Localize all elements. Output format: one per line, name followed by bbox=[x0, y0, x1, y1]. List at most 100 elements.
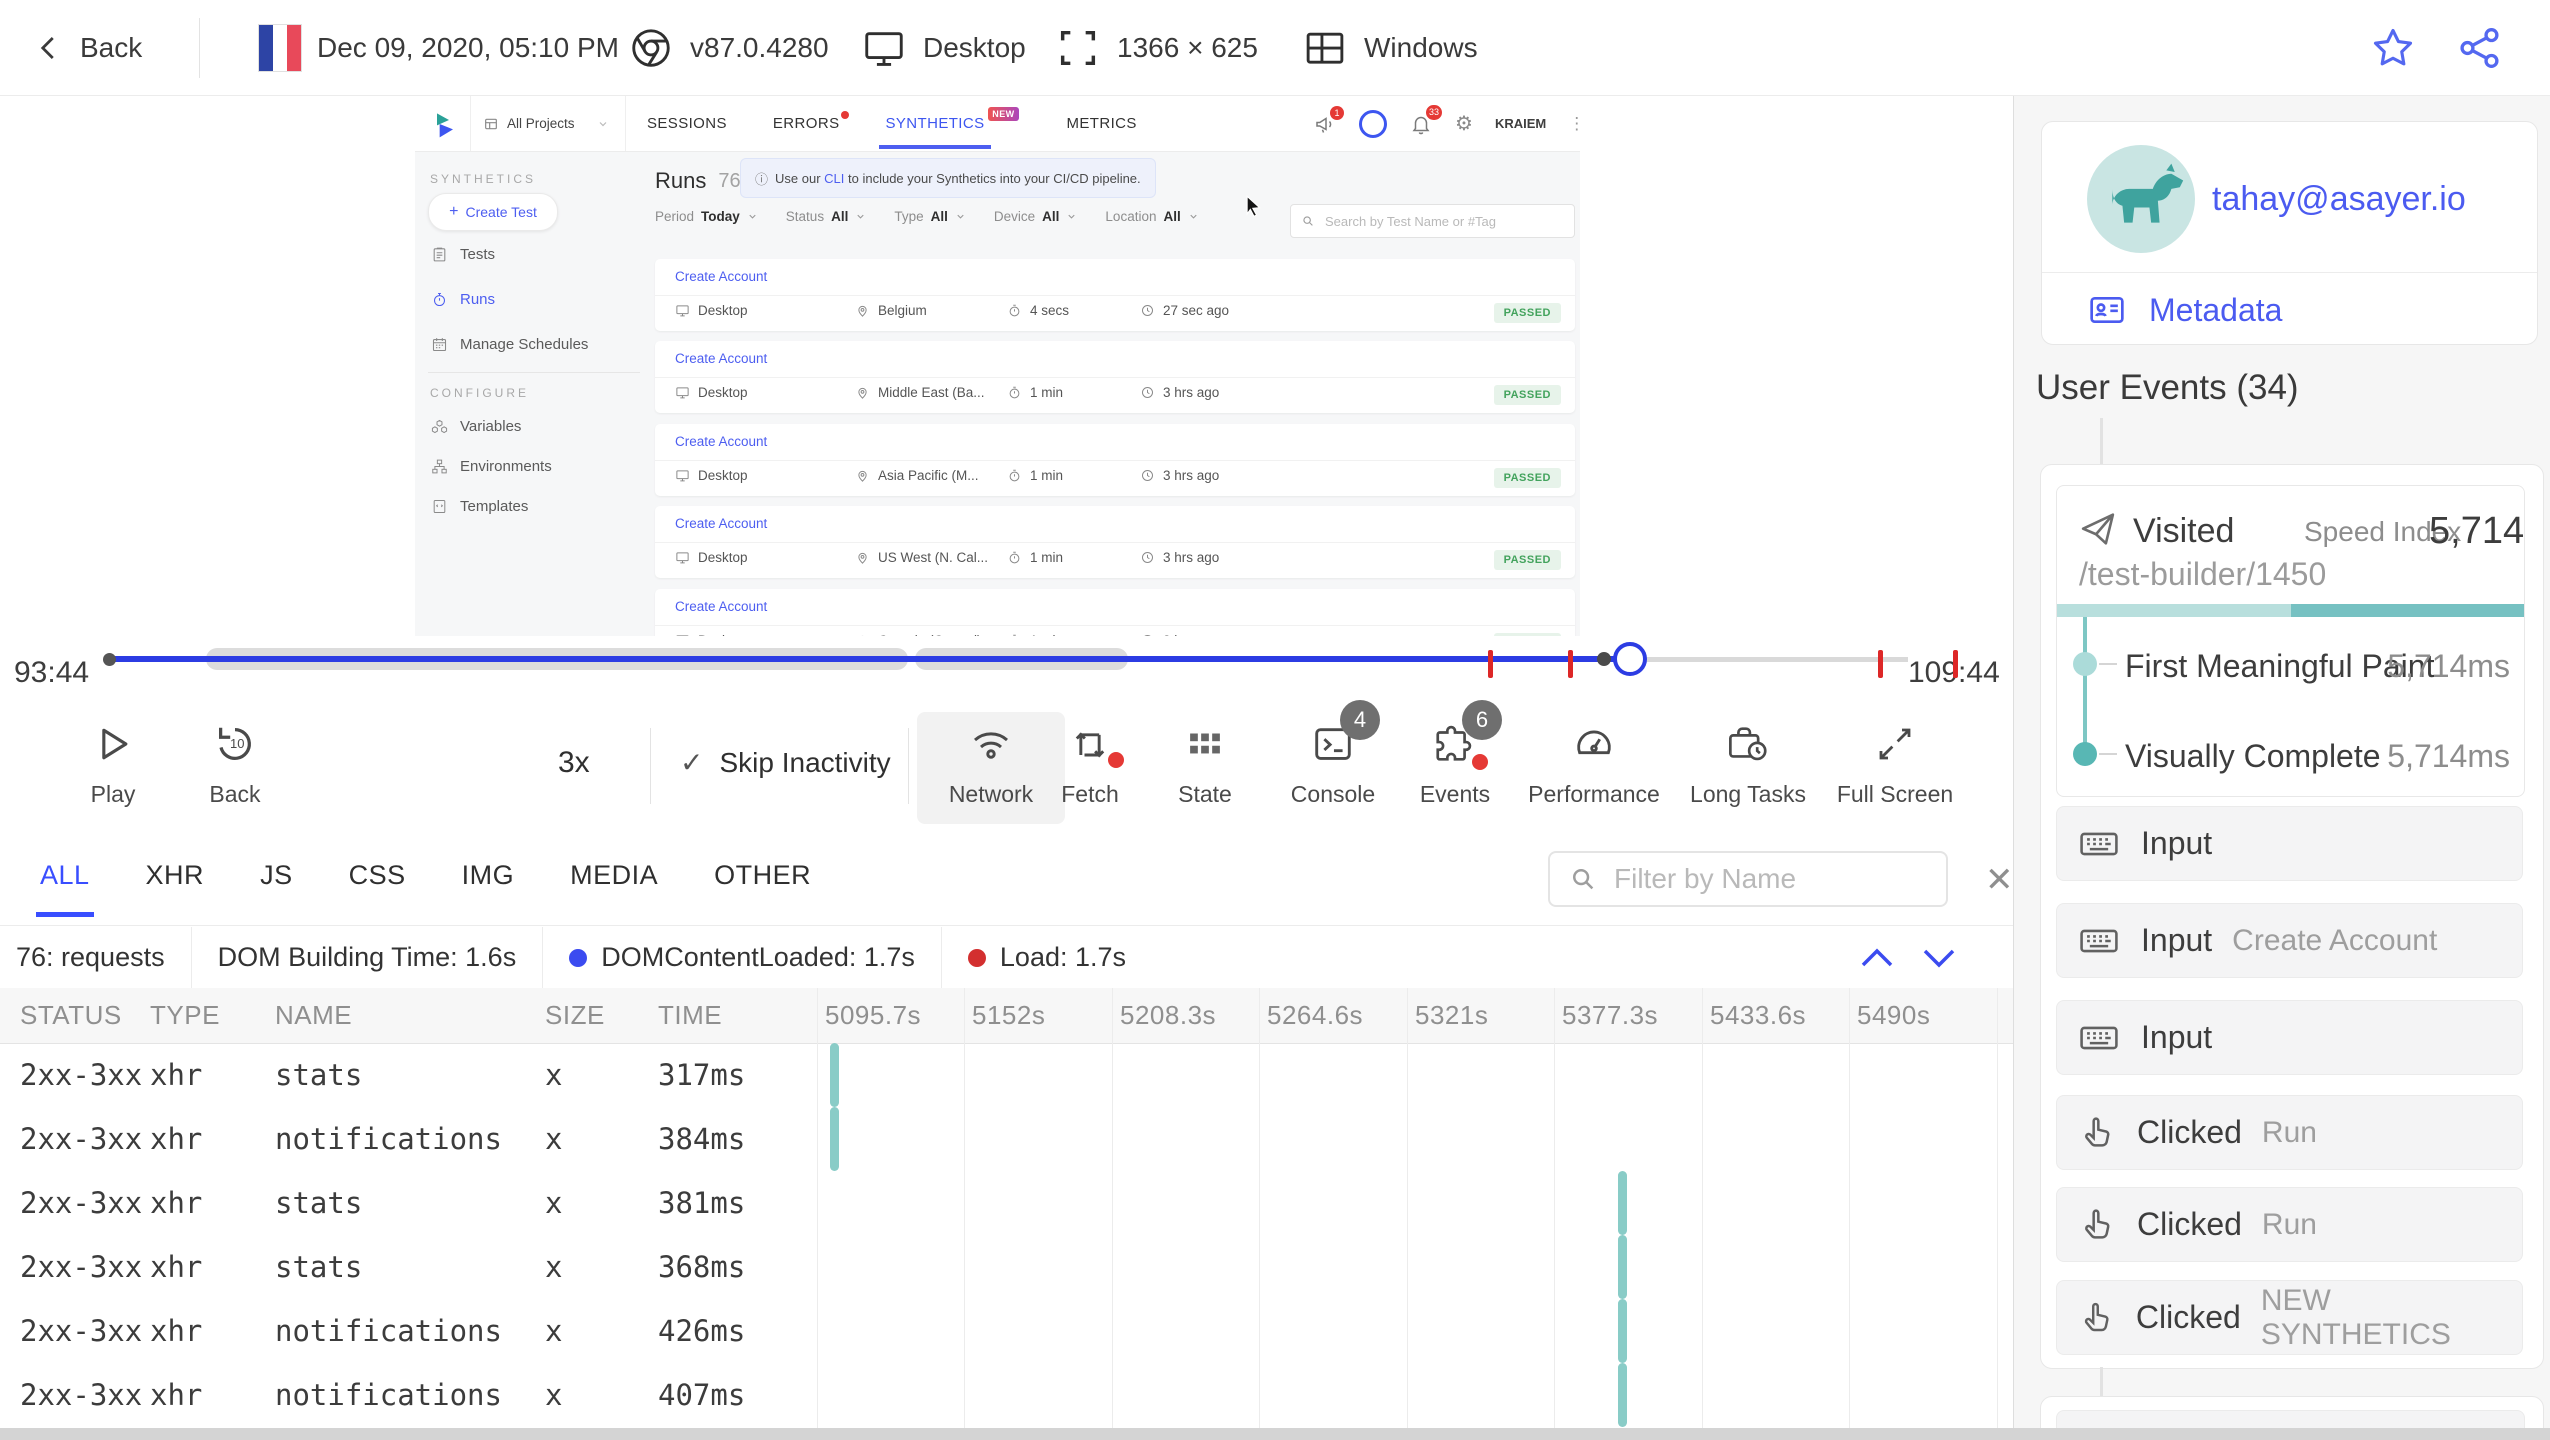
run-card[interactable]: Create Account Desktop Asia Pacific (M..… bbox=[655, 424, 1575, 496]
user-event-item-partial[interactable] bbox=[2056, 1410, 2525, 1428]
run-card[interactable]: Create Account Desktop US West (N. Cal..… bbox=[655, 506, 1575, 578]
col-time[interactable]: TIME bbox=[658, 988, 722, 1043]
request-type: xhr bbox=[150, 1314, 203, 1348]
long-tasks-panel-button[interactable]: Long Tasks bbox=[1673, 716, 1823, 808]
sidebar-item-templates[interactable]: Templates bbox=[431, 498, 528, 515]
filter-type[interactable]: Type All bbox=[894, 209, 966, 224]
events-panel-button[interactable]: 6 Events bbox=[1380, 700, 1530, 808]
fullscreen-icon bbox=[1879, 728, 1911, 760]
event-value: Run bbox=[2261, 1207, 2317, 1241]
request-name: stats bbox=[275, 1058, 363, 1092]
sidebar-item-tests[interactable]: Tests bbox=[431, 246, 495, 263]
col-status[interactable]: STATUS bbox=[20, 988, 122, 1043]
user-menu[interactable]: KRAIEM bbox=[1495, 116, 1546, 131]
request-row[interactable]: 2xx-3xx xhr stats x 317ms bbox=[0, 1043, 2013, 1107]
cubes-icon bbox=[431, 419, 448, 434]
announcements-button[interactable]: 1 bbox=[1313, 105, 1344, 136]
user-event-item[interactable]: Clicked Run bbox=[2056, 1187, 2523, 1262]
test-name-link[interactable]: Create Account bbox=[675, 351, 767, 366]
request-row[interactable]: 2xx-3xx xhr notifications x 407ms bbox=[0, 1363, 2013, 1427]
sidebar-item-manage-schedules[interactable]: Manage Schedules bbox=[431, 336, 588, 353]
tab-metrics[interactable]: METRICS bbox=[1067, 115, 1137, 132]
resolution-label: 1366 × 625 bbox=[1117, 31, 1258, 63]
kebab-menu-icon[interactable]: ⋮ bbox=[1568, 114, 1580, 134]
browser-version: v87.0.4280 bbox=[690, 31, 829, 63]
share-button[interactable] bbox=[2455, 0, 2505, 95]
filter-status[interactable]: Status All bbox=[786, 209, 867, 224]
run-card[interactable]: Create Account Desktop Belgium 4 secs 27… bbox=[655, 259, 1575, 331]
error-marker[interactable] bbox=[1878, 650, 1883, 678]
tab-css[interactable]: CSS bbox=[349, 860, 406, 917]
event-label: Clicked bbox=[2137, 1206, 2242, 1242]
back-10s-button[interactable]: 10 Back bbox=[160, 716, 310, 808]
tab-all[interactable]: ALL bbox=[36, 860, 94, 917]
col-name[interactable]: NAME bbox=[275, 988, 352, 1043]
timeline-progress bbox=[110, 656, 1630, 662]
request-row[interactable]: 2xx-3xx xhr stats x 381ms bbox=[0, 1171, 2013, 1235]
col-size[interactable]: SIZE bbox=[545, 988, 605, 1043]
user-event-item[interactable]: Input Create Account bbox=[2056, 903, 2523, 978]
tab-errors[interactable]: ERRORS bbox=[773, 111, 850, 132]
run-device: Desktop bbox=[675, 303, 748, 318]
error-marker[interactable] bbox=[1953, 650, 1958, 678]
user-event-item[interactable]: Clicked Run bbox=[2056, 1095, 2523, 1170]
notifications-button[interactable]: 33 bbox=[1409, 104, 1442, 136]
request-row[interactable]: 2xx-3xx xhr stats x 368ms bbox=[0, 1235, 2013, 1299]
user-event-item[interactable]: Clicked NEW SYNTHETICS bbox=[2056, 1280, 2523, 1355]
user-card: tahay@asayer.io Metadata bbox=[2041, 121, 2538, 345]
tab-other[interactable]: OTHER bbox=[714, 860, 811, 917]
sort-down-icon[interactable] bbox=[1917, 944, 1961, 972]
test-search-box[interactable] bbox=[1290, 204, 1575, 238]
test-name-link[interactable]: Create Account bbox=[675, 599, 767, 614]
run-location: Belgium bbox=[855, 303, 927, 318]
back-button[interactable]: Back bbox=[34, 0, 142, 95]
visited-event-card[interactable]: Visited Speed Index 5,714 /test-builder/… bbox=[2056, 485, 2525, 797]
create-test-button[interactable]: + Create Test bbox=[428, 193, 558, 231]
request-row[interactable]: 2xx-3xx xhr notifications x 426ms bbox=[0, 1299, 2013, 1363]
run-card[interactable]: Create Account Desktop Canada (Central) … bbox=[655, 589, 1575, 636]
playhead-handle[interactable] bbox=[1613, 642, 1647, 676]
chevron-down-icon bbox=[749, 214, 756, 219]
col-type[interactable]: TYPE bbox=[150, 988, 220, 1043]
filter-period[interactable]: Period Today bbox=[655, 209, 758, 224]
sort-up-icon[interactable] bbox=[1855, 944, 1899, 972]
test-name-link[interactable]: Create Account bbox=[675, 434, 767, 449]
sidebar-item-runs[interactable]: Runs bbox=[431, 291, 495, 308]
filter-device[interactable]: Device All bbox=[994, 209, 1078, 224]
tab-img[interactable]: IMG bbox=[462, 860, 515, 917]
os-label: Windows bbox=[1364, 31, 1478, 63]
error-marker[interactable] bbox=[1568, 650, 1573, 678]
back-amount: 10 bbox=[230, 736, 245, 751]
replay-viewport[interactable]: All Projects SESSIONS ERRORS SYNTHETICS … bbox=[0, 96, 2013, 636]
tab-sessions[interactable]: SESSIONS bbox=[647, 115, 727, 132]
filter-input[interactable] bbox=[1612, 862, 1916, 896]
run-card[interactable]: Create Account Desktop Middle East (Ba..… bbox=[655, 341, 1575, 413]
error-marker[interactable] bbox=[1488, 650, 1493, 678]
full-screen-button[interactable]: Full Screen bbox=[1820, 716, 1970, 808]
test-name-link[interactable]: Create Account bbox=[675, 516, 767, 531]
request-row[interactable]: 2xx-3xx xhr notifications x 384ms bbox=[0, 1107, 2013, 1171]
filter-box[interactable] bbox=[1548, 851, 1948, 907]
user-event-item[interactable]: Input bbox=[2056, 806, 2523, 881]
tab-js[interactable]: JS bbox=[260, 860, 293, 917]
tab-xhr[interactable]: XHR bbox=[146, 860, 205, 917]
filter-location[interactable]: Location All bbox=[1105, 209, 1198, 224]
cli-link[interactable]: CLI bbox=[824, 171, 844, 186]
performance-panel-button[interactable]: Performance bbox=[1519, 716, 1669, 808]
tab-media[interactable]: MEDIA bbox=[570, 860, 658, 917]
gear-icon[interactable]: ⚙ bbox=[1455, 111, 1473, 136]
skip-inactivity-toggle[interactable]: ✓ Skip Inactivity bbox=[680, 746, 891, 779]
tab-synthetics[interactable]: SYNTHETICS NEW bbox=[879, 107, 1019, 149]
sidebar-item-variables[interactable]: Variables bbox=[431, 418, 521, 435]
project-selector[interactable]: All Projects bbox=[470, 96, 626, 151]
user-event-item[interactable]: Input bbox=[2056, 1000, 2523, 1075]
favorite-button[interactable] bbox=[2368, 0, 2418, 95]
sidebar-item-environments[interactable]: Environments bbox=[431, 458, 552, 475]
speed-toggle[interactable]: 3x bbox=[558, 746, 590, 780]
test-name-link[interactable]: Create Account bbox=[675, 269, 767, 284]
user-email[interactable]: tahay@asayer.io bbox=[2212, 180, 2466, 219]
metadata-button[interactable]: Metadata bbox=[2087, 290, 2282, 330]
test-search-input[interactable] bbox=[1323, 212, 1557, 230]
request-timing-bar bbox=[1618, 1363, 1627, 1427]
close-panel-icon[interactable]: ✕ bbox=[1985, 860, 2014, 900]
